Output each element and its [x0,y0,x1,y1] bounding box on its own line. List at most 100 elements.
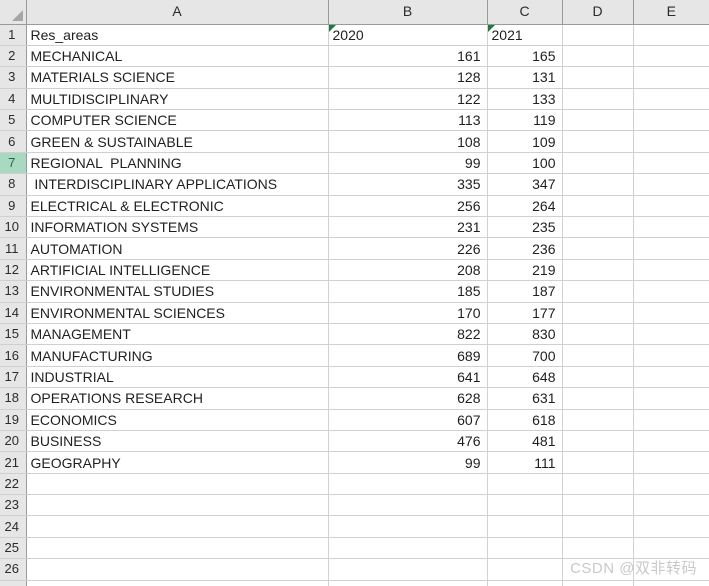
cell-B1[interactable]: 2020 [328,24,488,46]
grid-row[interactable]: 23 [0,494,709,517]
cell-D10[interactable] [562,216,634,239]
column-header-e[interactable]: E [633,0,709,25]
cell-A2[interactable]: MECHANICAL [26,45,329,68]
row-header-27[interactable]: 27 [0,580,27,586]
cell-E25[interactable] [633,537,709,560]
cell-B25[interactable] [328,537,488,560]
cell-C8[interactable]: 347 [487,173,563,196]
row-header-16[interactable]: 16 [0,344,27,367]
cell-A13[interactable]: ENVIRONMENTAL STUDIES [26,280,329,303]
cell-D17[interactable] [562,366,634,389]
cell-D11[interactable] [562,237,634,260]
cell-B6[interactable]: 108 [328,130,488,153]
grid-row[interactable]: 1 Res_areas 2020 2021 [0,24,709,46]
cell-C14[interactable]: 177 [487,302,563,324]
row-header-8[interactable]: 8 [0,173,27,196]
cell-B7[interactable]: 99 [328,152,488,175]
cell-B8[interactable]: 335 [328,173,488,196]
cell-E8[interactable] [633,173,709,196]
cell-E27[interactable] [633,580,709,586]
grid-row[interactable]: 6 GREEN & SUSTAINABLE 108 109 [0,130,709,153]
cell-C11[interactable]: 236 [487,237,563,260]
grid-row[interactable]: 19 ECONOMICS 607 618 [0,409,709,431]
row-header-13[interactable]: 13 [0,280,27,303]
grid-row[interactable]: 10 INFORMATION SYSTEMS 231 235 [0,216,709,239]
cell-C24[interactable] [487,515,563,538]
row-header-15[interactable]: 15 [0,323,27,346]
grid-row[interactable]: 15 MANAGEMENT 822 830 [0,323,709,346]
cell-E9[interactable] [633,195,709,218]
cell-D21[interactable] [562,451,634,474]
cell-E17[interactable] [633,366,709,389]
grid-row[interactable]: 9 ELECTRICAL & ELECTRONIC 256 264 [0,195,709,218]
grid-row[interactable]: 17 INDUSTRIAL 641 648 [0,366,709,389]
grid-row[interactable]: 12 ARTIFICIAL INTELLIGENCE 208 219 [0,259,709,282]
row-header-11[interactable]: 11 [0,237,27,260]
grid-row[interactable]: 21 GEOGRAPHY 99 111 [0,451,709,474]
cell-D15[interactable] [562,323,634,346]
grid-row[interactable]: 16 MANUFACTURING 689 700 [0,344,709,367]
row-header-10[interactable]: 10 [0,216,27,239]
grid-row[interactable]: 27 [0,580,709,586]
cell-B2[interactable]: 161 [328,45,488,68]
cell-E23[interactable] [633,494,709,517]
row-header-18[interactable]: 18 [0,387,27,410]
spreadsheet-grid[interactable]: ABCDE 1 Res_areas 2020 2021 2 MECHANICAL 161 16… [0,0,709,586]
cell-D4[interactable] [562,88,634,111]
row-header-21[interactable]: 21 [0,451,27,474]
cell-D9[interactable] [562,195,634,218]
column-header-c[interactable]: C [487,0,563,25]
cell-A24[interactable] [26,515,329,538]
cell-D7[interactable] [562,152,634,175]
cell-E13[interactable] [633,280,709,303]
cell-E5[interactable] [633,109,709,132]
row-header-25[interactable]: 25 [0,537,27,560]
cell-A14[interactable]: ENVIRONMENTAL SCIENCES [26,302,329,324]
row-header-4[interactable]: 4 [0,88,27,111]
cell-E20[interactable] [633,430,709,453]
cell-E10[interactable] [633,216,709,239]
row-header-20[interactable]: 20 [0,430,27,453]
cell-A12[interactable]: ARTIFICIAL INTELLIGENCE [26,259,329,282]
cell-C10[interactable]: 235 [487,216,563,239]
cell-C1[interactable]: 2021 [487,24,563,46]
row-header-5[interactable]: 5 [0,109,27,132]
cell-B16[interactable]: 689 [328,344,488,367]
cell-D27[interactable] [562,580,634,586]
cell-B17[interactable]: 641 [328,366,488,389]
cell-C2[interactable]: 165 [487,45,563,68]
cell-E18[interactable] [633,387,709,410]
row-header-17[interactable]: 17 [0,366,27,389]
cell-A25[interactable] [26,537,329,560]
cell-B11[interactable]: 226 [328,237,488,260]
cell-A6[interactable]: GREEN & SUSTAINABLE [26,130,329,153]
row-header-9[interactable]: 9 [0,195,27,218]
cell-E14[interactable] [633,302,709,324]
grid-body[interactable]: 1 Res_areas 2020 2021 2 MECHANICAL 161 165 3 MATE… [0,24,709,586]
cell-B9[interactable]: 256 [328,195,488,218]
cell-C25[interactable] [487,537,563,560]
cell-C17[interactable]: 648 [487,366,563,389]
cell-D20[interactable] [562,430,634,453]
cell-D18[interactable] [562,387,634,410]
cell-B4[interactable]: 122 [328,88,488,111]
column-header-a[interactable]: A [26,0,329,25]
grid-row[interactable]: 14 ENVIRONMENTAL SCIENCES 170 177 [0,302,709,324]
cell-C7[interactable]: 100 [487,152,563,175]
cell-D19[interactable] [562,409,634,431]
cell-A11[interactable]: AUTOMATION [26,237,329,260]
cell-A7[interactable]: REGIONAL PLANNING [26,152,329,175]
cell-E2[interactable] [633,45,709,68]
grid-row[interactable]: 11 AUTOMATION 226 236 [0,237,709,260]
grid-row[interactable]: 22 [0,473,709,496]
cell-C27[interactable] [487,580,563,586]
cell-C18[interactable]: 631 [487,387,563,410]
cell-E1[interactable] [633,24,709,46]
grid-row[interactable]: 3 MATERIALS SCIENCE 128 131 [0,66,709,89]
cell-E6[interactable] [633,130,709,153]
cell-B26[interactable] [328,558,488,581]
row-header-24[interactable]: 24 [0,515,27,538]
row-header-3[interactable]: 3 [0,66,27,89]
row-header-19[interactable]: 19 [0,409,27,431]
cell-C23[interactable] [487,494,563,517]
